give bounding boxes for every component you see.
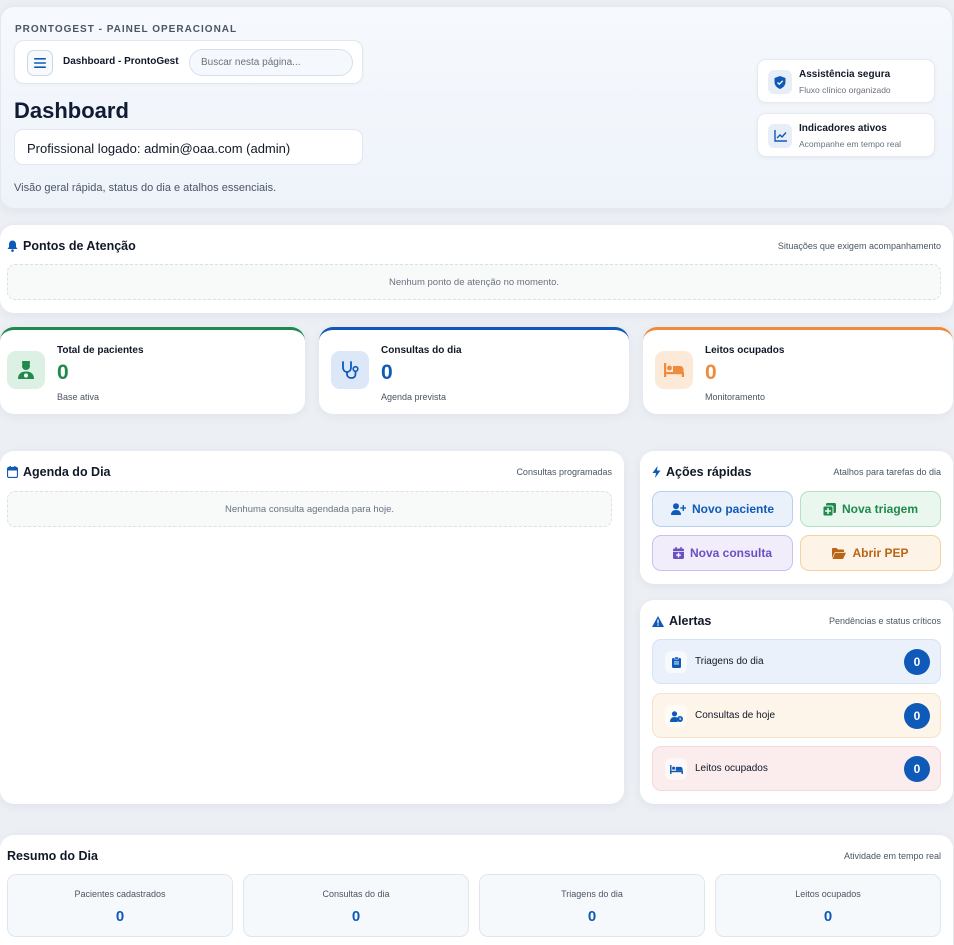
stat-subtitle: Agenda prevista — [381, 392, 447, 402]
calendar-plus-icon — [672, 547, 684, 559]
alert-label: Consultas de hoje — [695, 710, 776, 721]
warning-triangle-icon — [652, 615, 664, 627]
agenda-title-text: Agenda do Dia — [23, 465, 111, 479]
search-input[interactable] — [189, 49, 353, 76]
stat-subtitle: Base ativa — [57, 392, 100, 402]
menu-button[interactable] — [27, 50, 53, 76]
info-card-title: Indicadores ativos — [799, 123, 887, 134]
clipboard-icon — [665, 651, 687, 673]
alert-count-badge: 0 — [904, 756, 930, 782]
alerts-note: Pendências e status críticos — [828, 616, 941, 626]
stat-card-patients: Total de pacientes 0 Base ativa — [0, 327, 305, 414]
bell-icon — [7, 240, 18, 252]
stat-label: Leitos ocupados — [705, 345, 785, 356]
alert-row-triagens[interactable]: Triagens do dia 0 — [652, 639, 941, 684]
agenda-card: Agenda do Dia Consultas programadas Nenh… — [0, 451, 624, 804]
stat-card-consultations: Consultas do dia 0 Agenda prevista — [319, 327, 629, 414]
summary-label: Pacientes cadastrados — [74, 889, 166, 899]
alert-row-consultas[interactable]: Consultas de hoje 0 — [652, 693, 941, 738]
alert-row-leitos[interactable]: Leitos ocupados 0 — [652, 746, 941, 791]
summary-value: 0 — [823, 908, 833, 925]
summary-note: Atividade em tempo real — [843, 851, 941, 861]
new-triage-label: Nova triagem — [841, 502, 919, 516]
alerts-title-text: Alertas — [669, 614, 712, 628]
page-subtitle: Visão geral rápida, status do dia e atal… — [14, 182, 277, 194]
open-pep-button[interactable]: Abrir PEP — [800, 535, 941, 571]
attention-note: Situações que exigem acompanhamento — [777, 241, 941, 251]
stat-value: 0 — [381, 361, 393, 384]
new-consultation-label: Nova consulta — [689, 546, 773, 560]
summary-value: 0 — [587, 908, 597, 925]
quick-actions-title: Ações rápidas — [652, 465, 751, 479]
alert-count-badge: 0 — [904, 649, 930, 675]
user-plus-icon — [670, 503, 686, 515]
topbar: Dashboard - ProntoGest — [14, 40, 363, 84]
user-clock-icon — [665, 705, 687, 727]
summary-label: Leitos ocupados — [795, 889, 861, 899]
summary-label: Consultas do dia — [322, 889, 390, 899]
summary-item-consultations: Consultas do dia 0 — [243, 874, 469, 937]
hamburger-icon — [34, 58, 46, 68]
bed-icon — [665, 758, 687, 780]
stat-card-beds: Leitos ocupados 0 Monitoramento — [643, 327, 953, 414]
new-patient-label: Novo paciente — [691, 502, 775, 516]
quick-actions-card: Ações rápidas Atalhos para tarefas do di… — [640, 451, 953, 584]
bed-icon — [655, 351, 693, 389]
quick-actions-title-text: Ações rápidas — [666, 465, 752, 479]
notes-medical-icon — [822, 502, 836, 516]
app-kicker: PRONTOGEST - PAINEL OPERACIONAL — [15, 24, 238, 35]
page-title: Dashboard — [14, 98, 129, 123]
bolt-icon — [652, 466, 661, 478]
info-card-subtitle: Fluxo clínico organizado — [799, 85, 891, 95]
new-patient-button[interactable]: Novo paciente — [652, 491, 793, 527]
agenda-empty-state: Nenhuma consulta agendada para hoje. — [7, 491, 612, 527]
calendar-icon — [7, 466, 18, 478]
summary-item-triages: Triagens do dia 0 — [479, 874, 705, 937]
info-card-indicadores: Indicadores ativos Acompanhe em tempo re… — [757, 113, 935, 157]
stat-value: 0 — [705, 361, 717, 384]
stat-value: 0 — [57, 361, 69, 384]
shield-icon — [768, 70, 792, 94]
alert-label: Triagens do dia — [695, 656, 764, 667]
logged-user-box: Profissional logado: admin@oaa.com (admi… — [14, 129, 363, 165]
info-card-assistencia: Assistência segura Fluxo clínico organiz… — [757, 59, 935, 103]
agenda-title: Agenda do Dia — [7, 465, 111, 479]
info-card-subtitle: Acompanhe em tempo real — [799, 139, 902, 149]
alerts-card: Alertas Pendências e status críticos Tri… — [640, 600, 953, 804]
folder-open-icon — [832, 547, 847, 559]
quick-actions-note: Atalhos para tarefas do dia — [833, 467, 941, 477]
alerts-title: Alertas — [652, 614, 711, 628]
stethoscope-icon — [331, 351, 369, 389]
attention-title: Pontos de Atenção — [7, 239, 136, 253]
stat-label: Total de pacientes — [57, 345, 144, 356]
topbar-title: Dashboard - ProntoGest — [63, 56, 179, 67]
attention-empty-state: Nenhum ponto de atenção no momento. — [7, 264, 941, 300]
summary-item-beds: Leitos ocupados 0 — [715, 874, 941, 937]
stat-subtitle: Monitoramento — [705, 392, 766, 402]
alert-label: Leitos ocupados — [695, 763, 768, 774]
summary-value: 0 — [351, 908, 361, 925]
open-pep-label: Abrir PEP — [852, 546, 909, 560]
new-consultation-button[interactable]: Nova consulta — [652, 535, 793, 571]
stat-label: Consultas do dia — [381, 345, 462, 356]
summary-item-patients: Pacientes cadastrados 0 — [7, 874, 233, 937]
new-triage-button[interactable]: Nova triagem — [800, 491, 941, 527]
header-card: PRONTOGEST - PAINEL OPERACIONAL Dashboar… — [0, 6, 953, 209]
summary-label: Triagens do dia — [561, 889, 623, 899]
attention-card: Pontos de Atenção Situações que exigem a… — [0, 225, 953, 313]
summary-title: Resumo do Dia — [7, 849, 98, 863]
chart-line-icon — [768, 124, 792, 148]
info-card-title: Assistência segura — [799, 69, 891, 80]
alert-count-badge: 0 — [904, 703, 930, 729]
attention-title-text: Pontos de Atenção — [23, 239, 136, 253]
user-nurse-icon — [7, 351, 45, 389]
agenda-note: Consultas programadas — [516, 467, 612, 477]
summary-value: 0 — [115, 908, 125, 925]
